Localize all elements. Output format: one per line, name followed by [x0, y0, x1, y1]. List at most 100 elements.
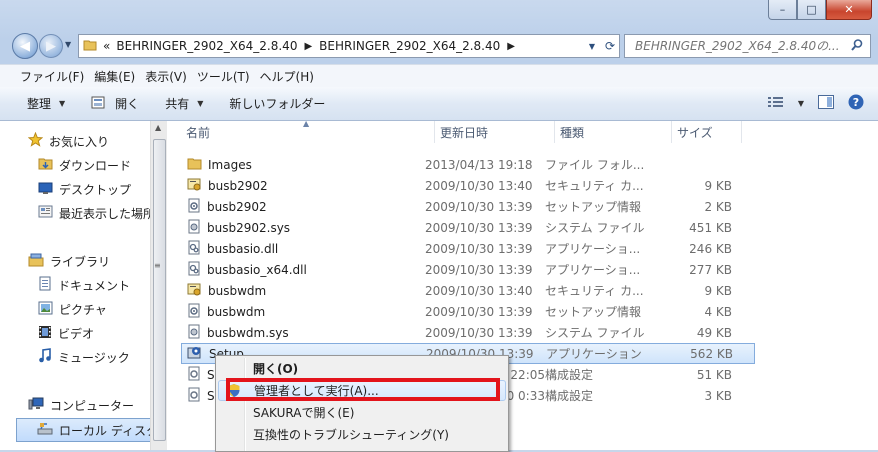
- nav-favorites[interactable]: お気に入り: [27, 130, 109, 152]
- breadcrumb-item[interactable]: BEHRINGER_2902_X64_2.8.40: [116, 39, 297, 53]
- nav-documents[interactable]: ドキュメント: [38, 274, 130, 296]
- highlight-annotation-box: [226, 378, 500, 401]
- menu-file[interactable]: ファイル(F): [0, 68, 90, 85]
- breadcrumb-item[interactable]: BEHRINGER_2902_X64_2.8.40: [319, 39, 500, 53]
- breadcrumb-chevron-icon[interactable]: ▶: [507, 41, 515, 52]
- nav-libraries[interactable]: ライブラリ: [28, 250, 110, 272]
- navigation-scrollbar[interactable]: ▲ ≡: [150, 121, 167, 450]
- nav-label: ライブラリ: [50, 254, 111, 269]
- file-row[interactable]: busbasio_x64.dll 2009/10/30 13:39 アプリケーショ.…: [167, 259, 878, 280]
- file-row[interactable]: busb2902.sys 2009/10/30 13:39 システム ファイル 451…: [167, 217, 878, 238]
- back-button[interactable]: ◀: [12, 33, 38, 59]
- nav-label: ピクチャ: [59, 302, 107, 317]
- local-disk-icon: [37, 422, 53, 439]
- scrollbar-grip-icon: ≡: [154, 261, 161, 270]
- nav-label: コンピューター: [50, 398, 135, 413]
- menu-bar: ファイル(F) 編集(E) 表示(V) ツール(T) ヘルプ(H): [0, 64, 878, 87]
- column-date[interactable]: 更新日時: [435, 121, 555, 143]
- breadcrumb-overflow[interactable]: «: [103, 39, 110, 53]
- recent-places-icon: [38, 204, 53, 222]
- view-dropdown-icon[interactable]: ▼: [798, 99, 804, 108]
- nav-local-disk[interactable]: ローカル ディスク: [16, 418, 150, 442]
- navigation-pane: お気に入り ダウンロード デスクトップ 最近表示した場所 ライブラリ ドキュメン…: [0, 121, 150, 450]
- nav-recent-places[interactable]: 最近表示した場所: [38, 202, 150, 224]
- folder-icon: [83, 38, 97, 55]
- nav-label: ビデオ: [58, 326, 95, 341]
- file-size: 2 KB: [704, 199, 732, 214]
- search-icon[interactable]: [850, 38, 864, 55]
- file-name-cell: busbwdm.sys: [167, 324, 422, 342]
- file-row[interactable]: busbwdm.sys 2009/10/30 13:39 システム ファイル 49 K…: [167, 322, 878, 343]
- menu-tools[interactable]: ツール(T): [197, 68, 256, 85]
- open-label: 開く: [115, 97, 140, 111]
- share-button[interactable]: 共有 ▼: [165, 95, 203, 112]
- scroll-up-icon[interactable]: ▲: [155, 123, 161, 132]
- file-date: 2009/10/30 13:40: [425, 178, 533, 193]
- star-icon: [27, 131, 44, 150]
- file-type: システム ファイル: [545, 221, 645, 235]
- file-size: 9 KB: [704, 283, 732, 298]
- column-type[interactable]: 種類: [555, 121, 672, 143]
- open-button[interactable]: 開く: [91, 95, 139, 112]
- menu-item-open[interactable]: 開く(O): [218, 358, 506, 379]
- refresh-icon[interactable]: ⟳: [601, 39, 619, 53]
- new-folder-button[interactable]: 新しいフォルダー: [229, 95, 325, 112]
- nav-music[interactable]: ミュージック: [38, 346, 130, 368]
- organize-button[interactable]: 整理 ▼: [27, 95, 65, 112]
- recent-pages-dropdown[interactable]: ▼: [65, 40, 71, 49]
- search-box[interactable]: [624, 34, 871, 58]
- certificate-icon: [187, 282, 202, 300]
- file-size: 246 KB: [689, 241, 732, 256]
- nav-downloads[interactable]: ダウンロード: [38, 154, 131, 176]
- column-name[interactable]: 名前: [167, 121, 435, 143]
- menu-item-label: SAKURAで開く(E): [253, 406, 355, 420]
- menu-item-open-with-sakura[interactable]: SAKURAで開く(E): [218, 402, 506, 423]
- file-name: busb2902: [207, 199, 267, 214]
- file-type: アプリケーショ...: [545, 242, 641, 256]
- file-row[interactable]: busbwdm 2009/10/30 13:40 セキュリティ カ... 9 KB: [167, 280, 878, 301]
- address-bar[interactable]: « BEHRINGER_2902_X64_2.8.40 ▶ BEHRINGER_…: [78, 34, 620, 58]
- file-date: 2009/10/30 13:39: [425, 199, 533, 214]
- documents-icon: [38, 276, 52, 294]
- view-options-icon[interactable]: [767, 96, 784, 111]
- search-input[interactable]: [633, 38, 857, 54]
- file-row[interactable]: busb2902 2009/10/30 13:39 セットアップ情報 2 KB: [167, 196, 878, 217]
- menu-help[interactable]: ヘルプ(H): [260, 68, 320, 85]
- maximize-button[interactable]: □: [797, 0, 826, 20]
- file-size: 49 KB: [696, 325, 732, 340]
- menu-view[interactable]: 表示(V): [145, 68, 193, 85]
- svg-text:?: ?: [853, 96, 859, 109]
- help-icon[interactable]: ?: [848, 94, 864, 113]
- column-size[interactable]: サイズ: [672, 121, 742, 143]
- file-name-cell: busb2902: [167, 177, 422, 195]
- file-type: セキュリティ カ...: [545, 179, 644, 193]
- file-name-cell: busbasio.dll: [167, 240, 422, 258]
- file-row[interactable]: busbwdm 2009/10/30 13:39 セットアップ情報 4 KB: [167, 301, 878, 322]
- file-type: セキュリティ カ...: [545, 284, 644, 298]
- history-dropdown-icon[interactable]: ▼: [583, 42, 601, 51]
- nav-desktop[interactable]: デスクトップ: [38, 178, 131, 200]
- file-date: 2013/04/13 19:18: [425, 157, 533, 172]
- file-date: 2009/10/30 13:39: [425, 262, 533, 277]
- forward-button[interactable]: ▶: [39, 34, 63, 58]
- file-name-cell: busb2902: [167, 198, 422, 216]
- file-row[interactable]: busb2902 2009/10/30 13:40 セキュリティ カ... 9 KB: [167, 175, 878, 196]
- file-row[interactable]: busbasio.dll 2009/10/30 13:39 アプリケーショ... 24…: [167, 238, 878, 259]
- close-button[interactable]: ✕: [826, 0, 872, 20]
- minimize-button[interactable]: –: [768, 0, 797, 20]
- file-row[interactable]: Images 2013/04/13 19:18 ファイル フォル...: [167, 154, 878, 175]
- column-headers: ▲ 名前 更新日時 種類 サイズ: [167, 119, 878, 143]
- nav-videos[interactable]: ビデオ: [38, 322, 94, 344]
- preview-pane-icon[interactable]: [818, 95, 834, 112]
- breadcrumb-chevron-icon[interactable]: ▶: [304, 41, 312, 52]
- setup-info-icon: [187, 303, 201, 321]
- file-size: 4 KB: [704, 304, 732, 319]
- nav-pictures[interactable]: ピクチャ: [38, 298, 107, 320]
- nav-computer[interactable]: コンピューター: [28, 394, 134, 416]
- menu-edit[interactable]: 編集(E): [94, 68, 141, 85]
- back-arrow-icon: ◀: [20, 38, 30, 54]
- file-type: アプリケーション: [546, 347, 642, 361]
- menu-item-troubleshoot-compatibility[interactable]: 互換性のトラブルシューティング(Y): [218, 424, 506, 445]
- scrollbar-thumb[interactable]: [153, 139, 166, 441]
- libraries-icon: [28, 253, 44, 270]
